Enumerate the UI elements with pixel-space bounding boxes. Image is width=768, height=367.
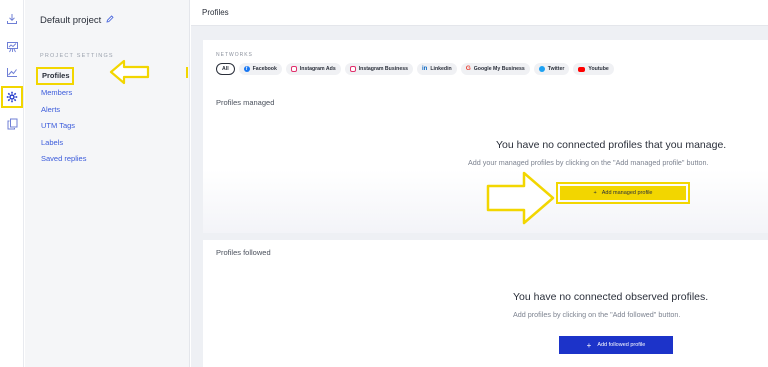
managed-empty-title: You have no connected profiles that you … — [496, 139, 727, 151]
annotation-arrow-right-icon — [486, 170, 556, 231]
add-followed-profile-label: Add followed profile — [597, 342, 646, 348]
chip-google-my-business[interactable]: G Google My Business — [460, 63, 530, 75]
linkedin-icon: in — [422, 66, 428, 72]
google-icon: G — [465, 65, 471, 72]
chart-stand-icon[interactable] — [2, 37, 22, 57]
chip-twitter-label: Twitter — [547, 66, 565, 72]
profiles-managed-title: Profiles managed — [216, 98, 275, 107]
networks-label: NETWORKS — [216, 52, 253, 58]
chip-youtube-label: Youtube — [588, 66, 609, 72]
chip-linkedin-label: Linkedin — [430, 66, 452, 72]
annotation-arrow-left-icon — [109, 59, 151, 90]
facebook-icon: f — [243, 66, 250, 72]
chip-instagram-ads-label: Instagram Ads — [299, 66, 336, 72]
youtube-icon — [578, 66, 586, 72]
section-label: PROJECT SETTINGS — [40, 53, 114, 59]
settings-gear-icon[interactable] — [1, 86, 23, 108]
chip-instagram-business-label: Instagram Business — [358, 66, 409, 72]
add-managed-profile-label: Add managed profile — [601, 190, 653, 196]
chip-google-label: Google My Business — [473, 66, 525, 72]
sidebar-item-profiles[interactable]: Profiles — [36, 67, 74, 85]
chip-instagram-ads[interactable]: Instagram Ads — [285, 63, 341, 75]
followed-empty-title: You have no connected observed profiles. — [513, 291, 709, 303]
project-selector[interactable]: Default project — [40, 15, 114, 26]
twitter-icon — [538, 66, 545, 72]
instagram-icon — [290, 66, 297, 72]
settings-nav: Profiles Members Alerts UTM Tags Labels … — [36, 67, 86, 168]
settings-sidebar: Default project PROJECT SETTINGS Profile… — [25, 0, 190, 367]
sidebar-item-saved-replies[interactable]: Saved replies — [41, 151, 86, 168]
instagram-icon — [349, 66, 356, 72]
sidebar-item-labels[interactable]: Labels — [41, 135, 86, 152]
download-icon[interactable] — [2, 9, 22, 29]
sidebar-item-alerts[interactable]: Alerts — [41, 102, 86, 119]
chip-twitter[interactable]: Twitter — [533, 63, 570, 75]
network-filter: All f Facebook Instagram Ads Instagram Bu… — [216, 63, 614, 75]
top-bar: Profiles — [191, 0, 768, 26]
app: Default project PROJECT SETTINGS Profile… — [0, 0, 768, 367]
chip-instagram-business[interactable]: Instagram Business — [344, 63, 414, 75]
pencil-icon[interactable] — [106, 15, 114, 26]
chip-facebook-label: Facebook — [252, 66, 277, 72]
chip-youtube[interactable]: Youtube — [573, 63, 614, 75]
plus-icon: + — [593, 190, 597, 196]
project-name: Default project — [40, 15, 102, 26]
managed-empty-subtitle: Add your managed profiles by clicking on… — [468, 158, 709, 167]
profiles-followed-title: Profiles followed — [216, 248, 271, 257]
chip-linkedin[interactable]: in Linkedin — [417, 63, 457, 75]
chip-facebook[interactable]: f Facebook — [238, 63, 282, 75]
sidebar-item-members[interactable]: Members — [41, 85, 86, 102]
icon-rail — [0, 0, 24, 367]
add-followed-profile-button[interactable]: + Add followed profile — [559, 336, 673, 354]
copy-icon[interactable] — [2, 114, 22, 134]
chip-all[interactable]: All — [216, 63, 235, 75]
followed-empty-subtitle: Add profiles by clicking on the "Add fol… — [513, 310, 681, 319]
add-managed-profile-button[interactable]: + Add managed profile — [556, 182, 690, 204]
plus-icon: + — [586, 340, 592, 350]
page-title: Profiles — [202, 8, 229, 17]
sidebar-item-utm-tags[interactable]: UTM Tags — [41, 118, 86, 135]
line-chart-icon[interactable] — [2, 62, 22, 82]
highlight-mark — [186, 67, 188, 78]
chip-all-label: All — [222, 66, 229, 72]
profiles-followed-card: Profiles followed You have no connected … — [203, 240, 768, 367]
main-content: Profiles NETWORKS All f Facebook Instagra… — [191, 0, 768, 367]
profiles-managed-card: NETWORKS All f Facebook Instagram Ads Ins… — [203, 40, 768, 233]
